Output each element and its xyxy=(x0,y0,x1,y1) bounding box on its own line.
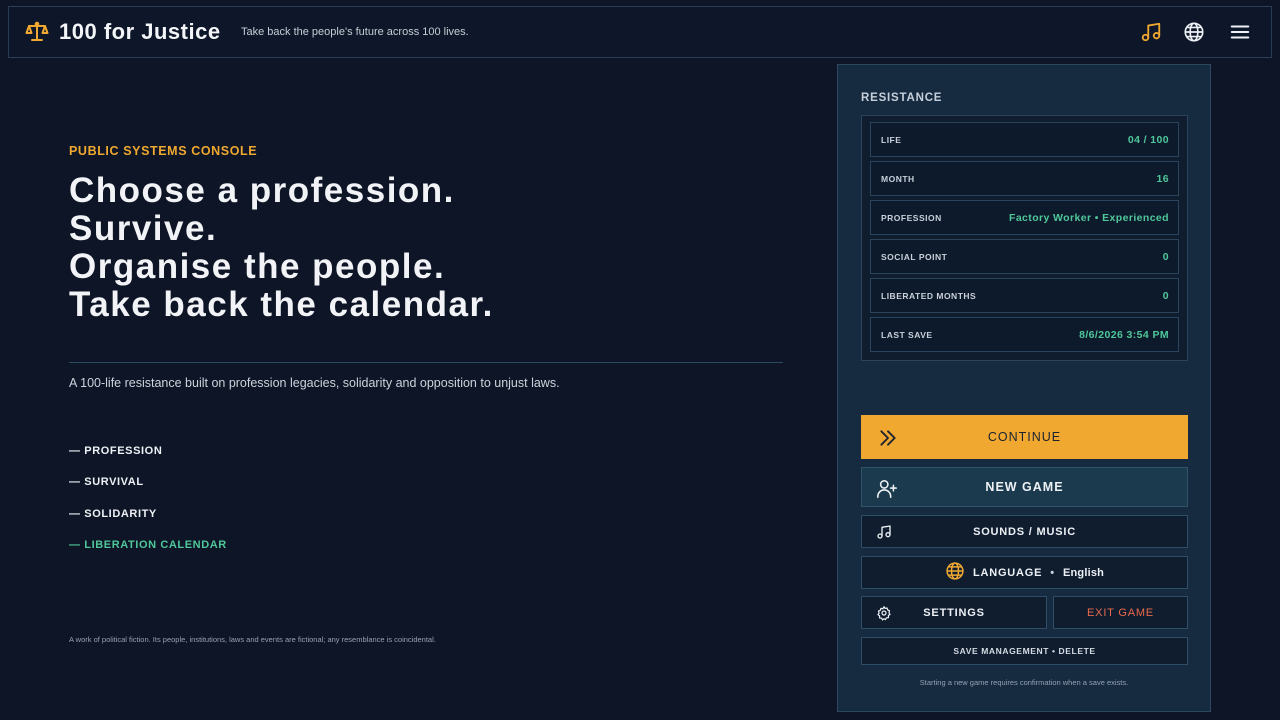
save-management-button[interactable]: SAVE MANAGEMENT • DELETE xyxy=(861,637,1188,665)
new-game-button[interactable]: NEW GAME xyxy=(861,467,1188,507)
stat-row-life: LIFE 04 / 100 xyxy=(870,122,1179,157)
stat-label: PROFESSION xyxy=(881,213,942,223)
stat-value: Factory Worker • Experienced xyxy=(1009,212,1169,224)
continue-button[interactable]: CONTINUE xyxy=(861,415,1188,459)
hero-description: A 100-life resistance built on professio… xyxy=(69,376,560,390)
stat-label: LIFE xyxy=(881,135,902,145)
add-user-icon xyxy=(876,478,898,503)
new-game-note: Starting a new game requires confirmatio… xyxy=(919,678,1129,687)
headline-line: Take back the calendar. xyxy=(69,285,494,324)
language-separator: • xyxy=(1050,566,1055,579)
language-button[interactable]: LANGUAGE • English xyxy=(861,556,1188,589)
double-chevron-right-icon xyxy=(878,428,898,451)
stat-label: LIBERATED MONTHS xyxy=(881,291,977,301)
exit-label: EXIT GAME xyxy=(1087,606,1154,619)
stat-row-social-point: SOCIAL POINT 0 xyxy=(870,239,1179,274)
music-note-icon[interactable] xyxy=(1139,20,1163,44)
globe-icon xyxy=(945,561,965,584)
stats-box: LIFE 04 / 100 MONTH 16 PROFESSION Factor… xyxy=(861,115,1188,361)
stat-value: 0 xyxy=(1162,251,1169,263)
hamburger-menu-icon[interactable] xyxy=(1228,20,1252,44)
stat-value: 0 xyxy=(1162,290,1169,302)
music-note-icon xyxy=(876,524,892,543)
stat-row-last-save: LAST SAVE 8/6/2026 3:54 PM xyxy=(870,317,1179,352)
top-bar: 100 for Justice Take back the people's f… xyxy=(8,6,1272,58)
language-value: English xyxy=(1062,566,1105,579)
stat-label: SOCIAL POINT xyxy=(881,252,948,262)
pillar-profession: — PROFESSION xyxy=(69,445,163,457)
language-label: LANGUAGE xyxy=(972,566,1043,579)
stat-value: 16 xyxy=(1156,173,1169,185)
app-title: 100 for Justice xyxy=(59,19,221,44)
panel-title: RESISTANCE xyxy=(861,92,943,104)
pillar-list: — PROFESSION — SURVIVAL — SOLIDARITY — L… xyxy=(69,445,227,570)
divider xyxy=(69,362,783,363)
pillar-liberation-calendar: — LIBERATION CALENDAR xyxy=(69,538,227,551)
stat-row-profession: PROFESSION Factory Worker • Experienced xyxy=(870,200,1179,235)
stat-label: MONTH xyxy=(881,174,915,184)
stat-value: 04 / 100 xyxy=(1127,134,1169,146)
app-tagline: Take back the people's future across 100… xyxy=(241,26,469,38)
pillar-survival: — SURVIVAL xyxy=(69,476,144,489)
globe-icon[interactable] xyxy=(1182,20,1206,44)
stat-row-liberated-months: LIBERATED MONTHS 0 xyxy=(870,278,1179,313)
exit-game-button[interactable]: EXIT GAME xyxy=(1053,596,1188,629)
hero-headline: Choose a profession. Survive. Organise t… xyxy=(69,172,494,324)
stat-value: 8/6/2026 3:54 PM xyxy=(1079,329,1169,341)
scales-icon xyxy=(25,20,49,44)
resistance-panel: RESISTANCE LIFE 04 / 100 MONTH 16 PROFES… xyxy=(837,64,1211,712)
save-management-label: SAVE MANAGEMENT • DELETE xyxy=(953,646,1096,656)
headline-line: Choose a profession. xyxy=(69,171,455,210)
fiction-disclaimer: A work of political fiction. Its people,… xyxy=(69,635,436,644)
headline-line: Survive. xyxy=(69,209,218,248)
settings-label: SETTINGS xyxy=(923,606,985,619)
new-game-label: NEW GAME xyxy=(985,480,1064,494)
pillar-solidarity: — SOLIDARITY xyxy=(69,507,157,520)
stat-label: LAST SAVE xyxy=(881,330,933,340)
gear-icon xyxy=(876,605,892,624)
continue-label: CONTINUE xyxy=(987,430,1062,444)
stat-row-month: MONTH 16 xyxy=(870,161,1179,196)
section-kicker: PUBLIC SYSTEMS CONSOLE xyxy=(69,144,258,158)
sounds-music-button[interactable]: SOUNDS / MUSIC xyxy=(861,515,1188,548)
settings-button[interactable]: SETTINGS xyxy=(861,596,1047,629)
headline-line: Organise the people. xyxy=(69,247,446,286)
sounds-label: SOUNDS / MUSIC xyxy=(973,525,1076,538)
